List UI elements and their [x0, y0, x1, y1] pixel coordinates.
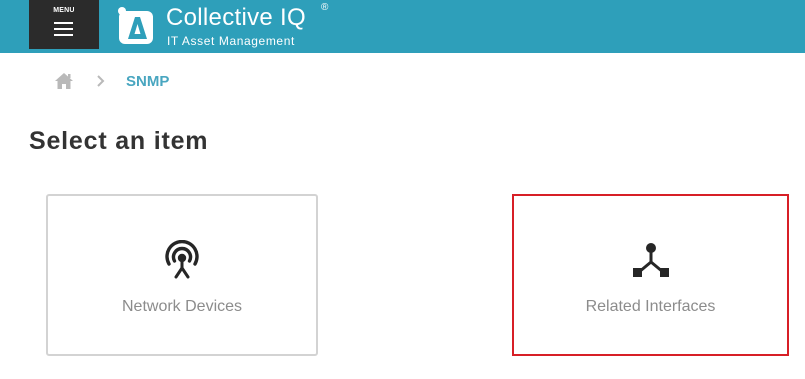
hamburger-icon [54, 22, 73, 40]
item-card-related-interfaces[interactable]: Related Interfaces [512, 194, 789, 356]
logo-name: Collective IQ [166, 4, 306, 31]
network-node-icon [632, 243, 669, 277]
menu-button[interactable]: MENU [29, 0, 99, 49]
home-icon[interactable] [54, 72, 74, 90]
antenna-icon [165, 240, 199, 279]
item-label: Network Devices [121, 298, 243, 315]
breadcrumb-current[interactable]: SNMP [126, 73, 169, 90]
logo-tagline: IT Asset Management [167, 34, 295, 48]
item-label: Related Interfaces [585, 298, 716, 315]
menu-label: MENU [53, 7, 75, 14]
chevron-right-icon [97, 75, 105, 87]
top-bar: MENU Collective IQ ® IT Asset Management [0, 0, 805, 53]
registered-mark: ® [321, 2, 329, 13]
page-title: Select an item [29, 127, 209, 155]
item-card-network-devices[interactable]: Network Devices [46, 194, 318, 356]
breadcrumb: SNMP [54, 70, 169, 92]
collective-iq-logo-icon [118, 7, 153, 44]
